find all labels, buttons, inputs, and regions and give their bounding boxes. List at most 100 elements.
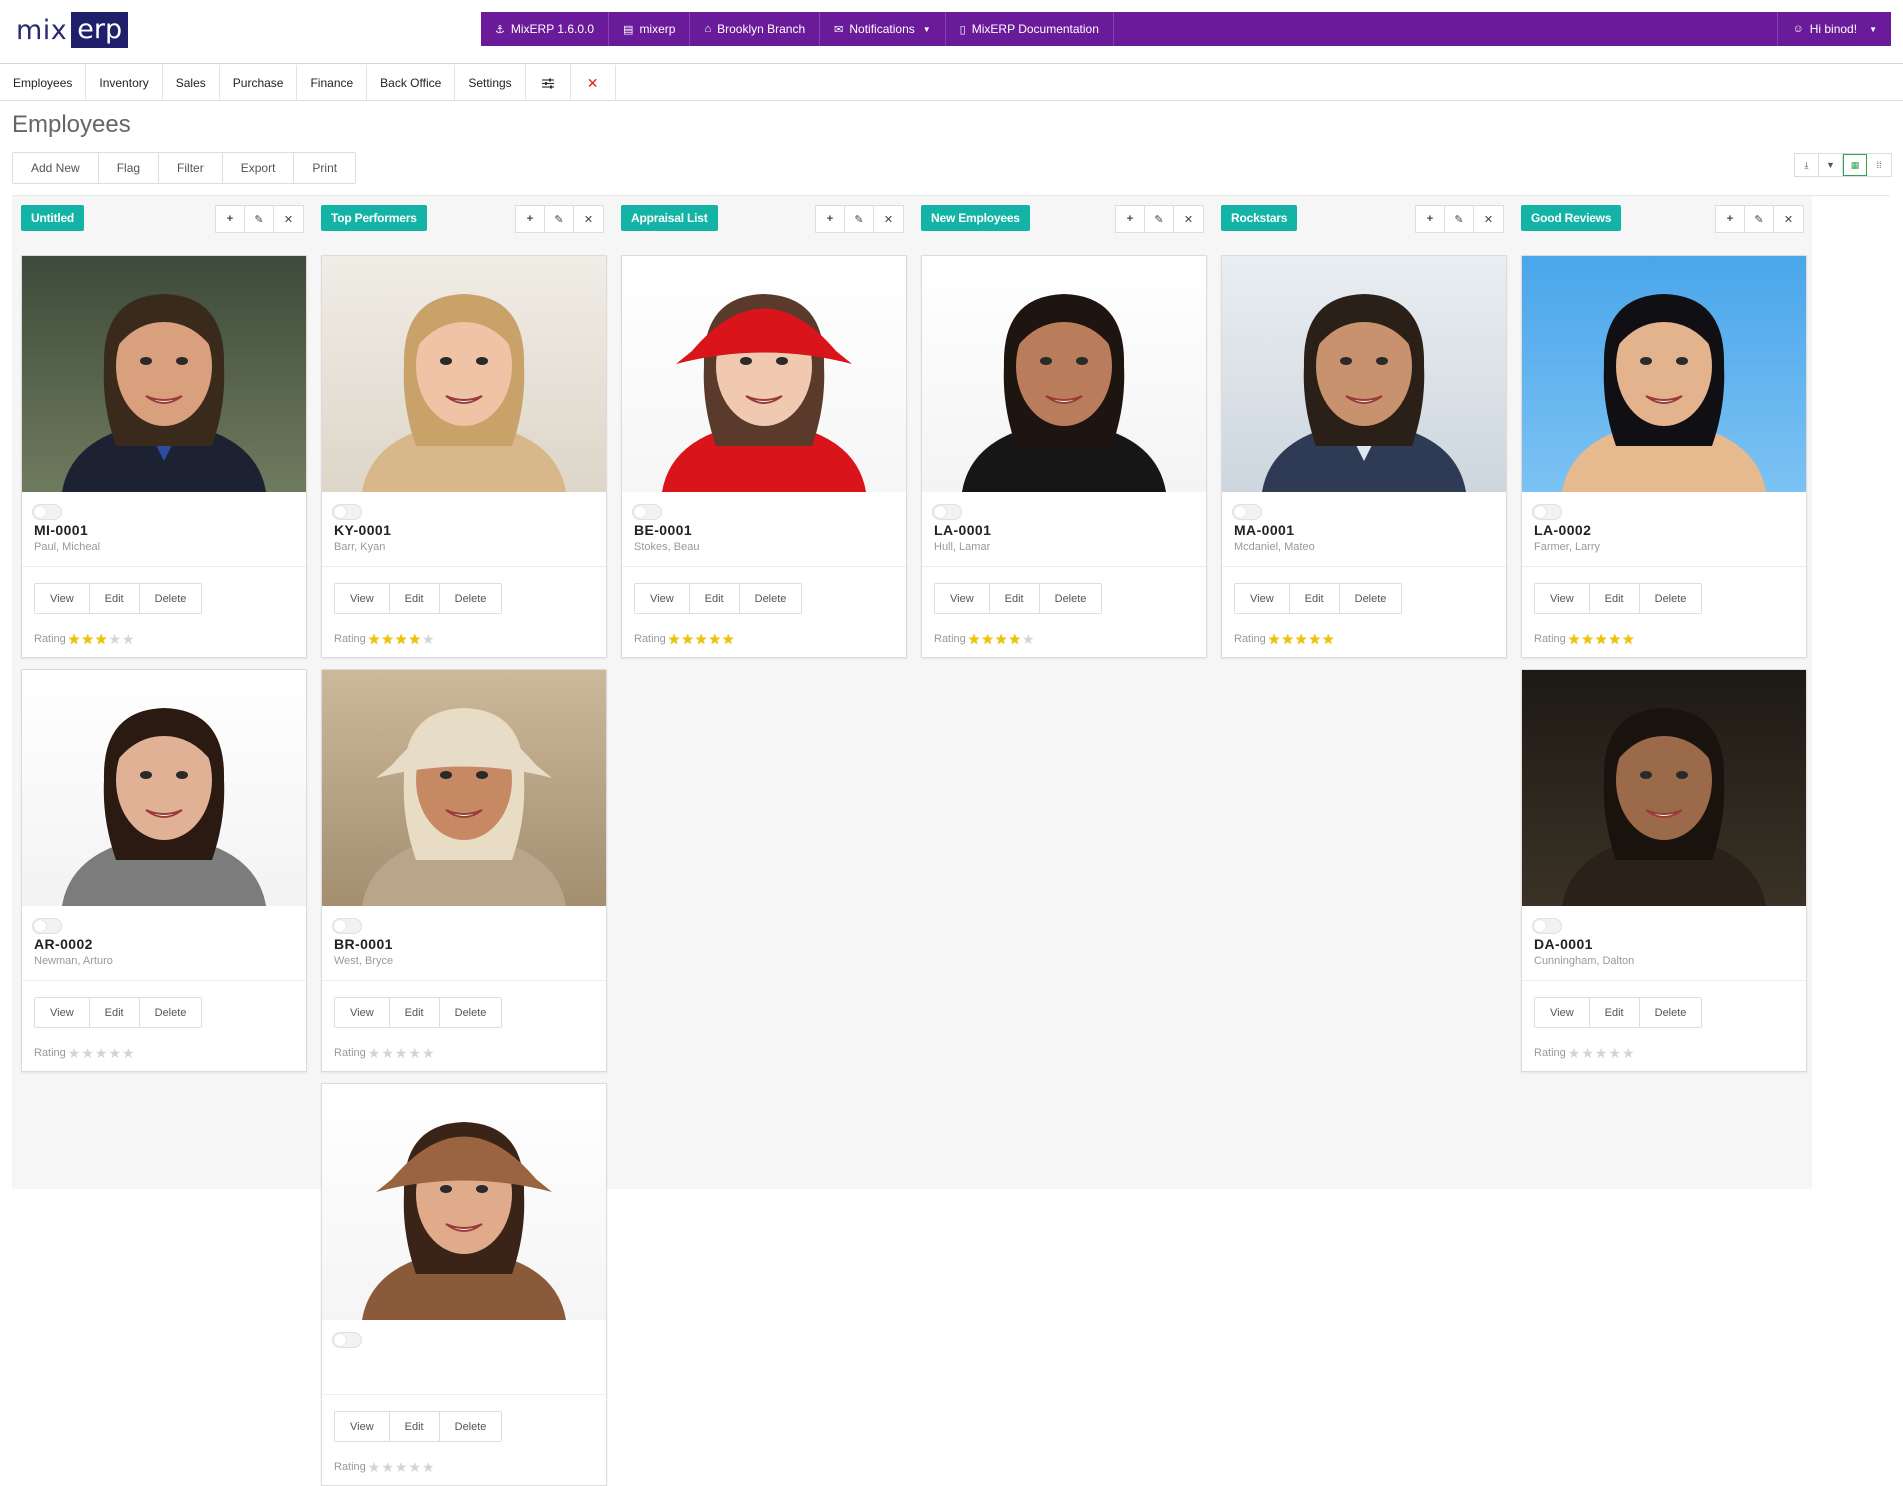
grid-view-icon[interactable]: ▦ xyxy=(1843,154,1867,176)
delete-button[interactable]: Delete xyxy=(439,998,502,1027)
delete-button[interactable]: Delete xyxy=(1639,998,1702,1027)
select-toggle[interactable] xyxy=(1232,504,1262,520)
select-toggle[interactable] xyxy=(1532,918,1562,934)
employee-card[interactable]: MI-0001 Paul, Micheal View Edit Delete R… xyxy=(21,255,307,658)
employee-photo-frame[interactable] xyxy=(322,1084,606,1320)
delete-button[interactable]: Delete xyxy=(739,584,802,613)
star-icon[interactable]: ★ xyxy=(68,632,81,646)
select-toggle[interactable] xyxy=(632,504,662,520)
employee-photo-frame[interactable] xyxy=(1222,256,1506,492)
add-icon[interactable]: + xyxy=(816,206,845,232)
add-icon[interactable]: + xyxy=(1116,206,1145,232)
star-icon[interactable]: ★ xyxy=(368,632,381,646)
star-icon[interactable]: ★ xyxy=(395,1460,408,1474)
employee-photo-frame[interactable] xyxy=(1522,670,1806,906)
employee-card[interactable]: LA-0001 Hull, Lamar View Edit Delete Rat… xyxy=(921,255,1207,658)
employee-card[interactable]: BR-0001 West, Bryce View Edit Delete Rat… xyxy=(321,669,607,1072)
star-icon[interactable]: ★ xyxy=(68,1046,81,1060)
star-icon[interactable]: ★ xyxy=(408,632,421,646)
star-icon[interactable]: ★ xyxy=(1608,1046,1621,1060)
add-icon[interactable]: + xyxy=(1716,206,1745,232)
column-title[interactable]: Good Reviews xyxy=(1521,205,1622,231)
star-icon[interactable]: ★ xyxy=(1608,632,1621,646)
import-icon[interactable]: ⤓ xyxy=(1795,154,1819,176)
close-icon[interactable]: ✕ xyxy=(1174,206,1203,232)
export-button[interactable]: Export xyxy=(222,153,295,183)
filter-icon[interactable]: ▼ xyxy=(1819,154,1843,176)
star-icon[interactable]: ★ xyxy=(95,632,108,646)
edit-button[interactable]: Edit xyxy=(89,584,140,613)
select-toggle[interactable] xyxy=(332,504,362,520)
star-icon[interactable]: ★ xyxy=(668,632,681,646)
edit-button[interactable]: Edit xyxy=(89,998,140,1027)
sliders-icon[interactable] xyxy=(526,65,571,101)
select-toggle[interactable] xyxy=(32,504,62,520)
star-icon[interactable]: ★ xyxy=(722,632,735,646)
star-icon[interactable]: ★ xyxy=(108,1046,121,1060)
edit-icon[interactable]: ✎ xyxy=(1445,206,1474,232)
close-icon[interactable]: ✕ xyxy=(1474,206,1503,232)
employee-card[interactable]: LA-0002 Farmer, Larry View Edit Delete R… xyxy=(1521,255,1807,658)
view-button[interactable]: View xyxy=(1235,584,1290,613)
add-icon[interactable]: + xyxy=(1416,206,1445,232)
menu-settings[interactable]: Settings xyxy=(455,65,526,101)
star-icon[interactable]: ★ xyxy=(381,632,394,646)
star-icon[interactable]: ★ xyxy=(1268,632,1281,646)
star-icon[interactable]: ★ xyxy=(995,632,1008,646)
star-icon[interactable]: ★ xyxy=(368,1046,381,1060)
view-button[interactable]: View xyxy=(935,584,990,613)
edit-icon[interactable]: ✎ xyxy=(545,206,574,232)
star-icon[interactable]: ★ xyxy=(1622,632,1635,646)
star-icon[interactable]: ★ xyxy=(981,632,994,646)
star-icon[interactable]: ★ xyxy=(1008,632,1021,646)
employee-card[interactable]: View Edit Delete Rating ★ ★ ★ ★ ★ xyxy=(321,1083,607,1486)
employee-photo-frame[interactable] xyxy=(1522,256,1806,492)
employee-photo-frame[interactable] xyxy=(322,256,606,492)
delete-button[interactable]: Delete xyxy=(439,1412,502,1441)
edit-icon[interactable]: ✎ xyxy=(245,206,274,232)
select-toggle[interactable] xyxy=(32,918,62,934)
star-icon[interactable]: ★ xyxy=(1322,632,1335,646)
select-toggle[interactable] xyxy=(332,1332,362,1348)
star-icon[interactable]: ★ xyxy=(695,632,708,646)
star-icon[interactable]: ★ xyxy=(1595,1046,1608,1060)
select-toggle[interactable] xyxy=(932,504,962,520)
column-title[interactable]: Rockstars xyxy=(1221,205,1298,231)
employee-photo-frame[interactable] xyxy=(622,256,906,492)
employee-photo-frame[interactable] xyxy=(22,670,306,906)
employee-card[interactable]: KY-0001 Barr, Kyan View Edit Delete Rati… xyxy=(321,255,607,658)
delete-button[interactable]: Delete xyxy=(1039,584,1102,613)
filter-button[interactable]: Filter xyxy=(159,153,223,183)
delete-button[interactable]: Delete xyxy=(1639,584,1702,613)
edit-icon[interactable]: ✎ xyxy=(845,206,874,232)
delete-button[interactable]: Delete xyxy=(139,998,202,1027)
star-icon[interactable]: ★ xyxy=(1595,632,1608,646)
star-icon[interactable]: ★ xyxy=(1622,1046,1635,1060)
star-icon[interactable]: ★ xyxy=(408,1046,421,1060)
star-icon[interactable]: ★ xyxy=(395,1046,408,1060)
edit-button[interactable]: Edit xyxy=(389,584,440,613)
close-icon[interactable]: ✕ xyxy=(274,206,303,232)
add-icon[interactable]: + xyxy=(516,206,545,232)
mixerp-logo[interactable]: mix erp xyxy=(16,12,129,48)
star-icon[interactable]: ★ xyxy=(81,1046,94,1060)
version-item[interactable]: ⚓ MixERP 1.6.0.0 xyxy=(481,12,610,46)
print-button[interactable]: Print xyxy=(294,153,356,183)
star-icon[interactable]: ★ xyxy=(1581,632,1594,646)
delete-button[interactable]: Delete xyxy=(1339,584,1402,613)
branch-item[interactable]: ⌂ Brooklyn Branch xyxy=(690,12,821,46)
view-button[interactable]: View xyxy=(35,998,90,1027)
star-icon[interactable]: ★ xyxy=(122,1046,135,1060)
star-icon[interactable]: ★ xyxy=(1022,632,1035,646)
star-icon[interactable]: ★ xyxy=(968,632,981,646)
view-button[interactable]: View xyxy=(335,584,390,613)
star-icon[interactable]: ★ xyxy=(1281,632,1294,646)
star-icon[interactable]: ★ xyxy=(395,632,408,646)
column-title[interactable]: Appraisal List xyxy=(621,205,718,231)
database-item[interactable]: ▤ mixerp xyxy=(609,12,691,46)
edit-button[interactable]: Edit xyxy=(389,1412,440,1441)
menu-sales[interactable]: Sales xyxy=(163,65,220,101)
employee-card[interactable]: AR-0002 Newman, Arturo View Edit Delete … xyxy=(21,669,307,1072)
edit-button[interactable]: Edit xyxy=(689,584,740,613)
star-icon[interactable]: ★ xyxy=(108,632,121,646)
